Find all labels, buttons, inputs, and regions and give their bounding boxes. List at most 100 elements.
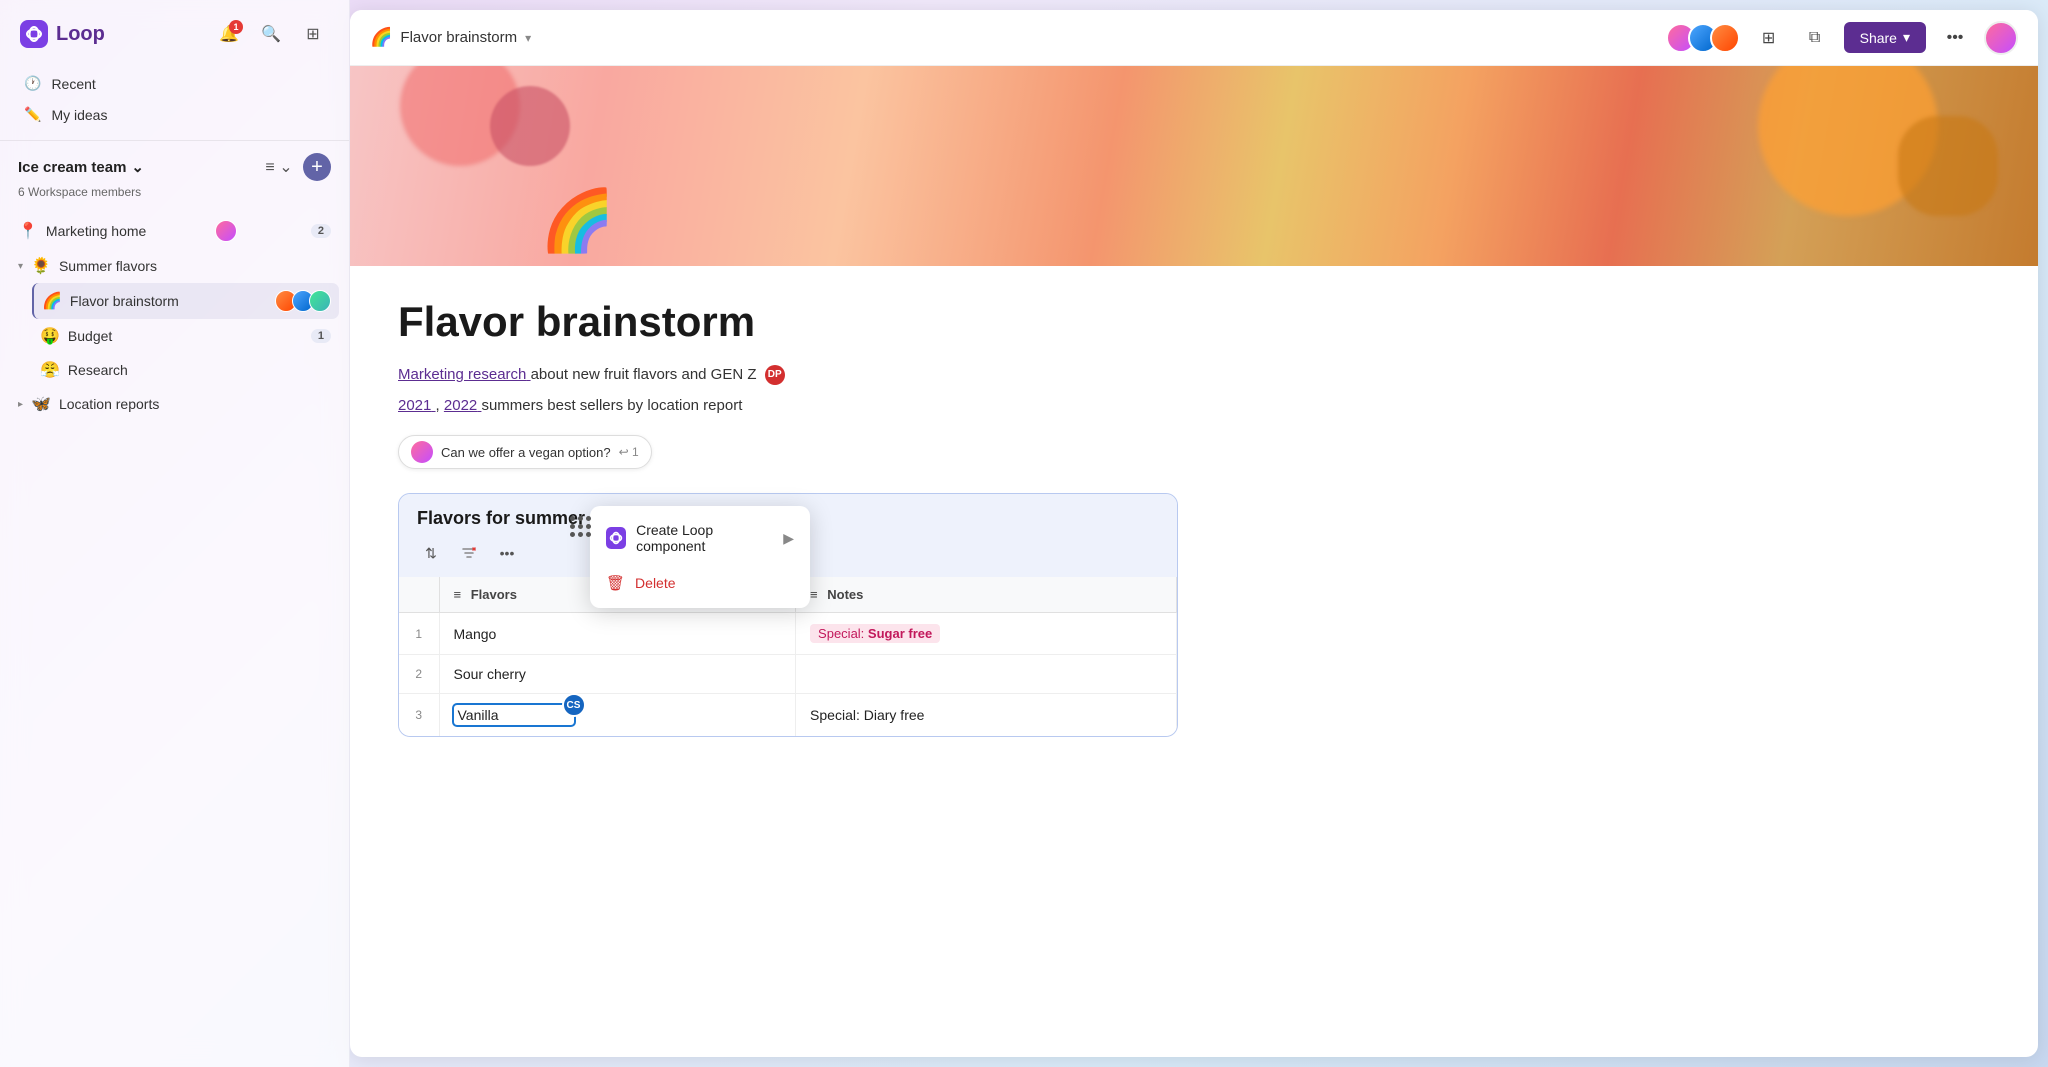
more-table-options-button[interactable]: •••: [493, 539, 521, 567]
page-description-1: Marketing research about new fruit flavo…: [398, 364, 1990, 387]
chevron-icon: ⌄: [131, 158, 144, 176]
more-options-button[interactable]: •••: [1938, 21, 1972, 55]
comment-count: ↩ 1: [619, 445, 639, 459]
share-chevron-icon: ▾: [1903, 29, 1910, 46]
sidebar-item-budget[interactable]: 🤑 Budget 1: [32, 319, 339, 353]
year-2022-link[interactable]: 2022: [444, 397, 482, 414]
avatar: [215, 220, 237, 242]
row-num-3: 3: [399, 694, 439, 737]
arrow-right-icon: ▶: [783, 530, 794, 547]
sugar-free-tag: Special: Sugar free: [810, 624, 940, 643]
table-row: 1 Mango Special: Sugar free: [399, 613, 1177, 655]
context-menu: Create Loop component ▶ 🗑 Delete: [590, 506, 810, 608]
hero-rainbow-decoration: 🌈: [540, 185, 615, 256]
delete-menu-item[interactable]: 🗑 Delete: [590, 564, 810, 602]
marketing-research-link[interactable]: Marketing research: [398, 366, 531, 383]
workspace-members-label: 6 Workspace members: [18, 185, 331, 199]
layout-button[interactable]: ⊞: [297, 18, 329, 50]
filter-button[interactable]: [455, 539, 483, 567]
marketing-home-badge: 2: [311, 224, 331, 238]
page-content-area: Flavor brainstorm Marketing research abo…: [350, 266, 2038, 1057]
workspace-section: Ice cream team ⌄ ≡ ⌄ + 6 Workspace membe…: [0, 140, 349, 213]
row-notes-1[interactable]: Special: Sugar free: [796, 613, 1177, 655]
research-icon: 😤: [40, 360, 60, 380]
notification-button[interactable]: 🔔 1: [213, 18, 245, 50]
marketing-home-icon: 📍: [18, 221, 38, 241]
sort-button[interactable]: ⇅: [417, 539, 445, 567]
summer-flavors-subtree: 🌈 Flavor brainstorm 🤑 Budget 1 😤 Researc…: [10, 283, 339, 387]
budget-label: Budget: [68, 328, 112, 344]
nav-recent[interactable]: 🕐 Recent: [14, 68, 335, 99]
sidebar-item-location-reports[interactable]: ▸ 🦋 Location reports: [10, 387, 339, 421]
header-page-title: Flavor brainstorm: [400, 29, 517, 46]
sidebar-tree: 📍 Marketing home 2 ▾ 🌻 Summer flavors 🌈 …: [0, 213, 349, 1067]
row-flavor-1[interactable]: Mango: [439, 613, 796, 655]
sidebar-top-actions: 🔔 1 🔍 ⊞: [213, 18, 329, 50]
flavor-brainstorm-label: Flavor brainstorm: [70, 293, 179, 309]
flavor-brainstorm-icon: 🌈: [42, 291, 62, 311]
sidebar-nav: 🕐 Recent ✏️ My ideas: [0, 64, 349, 140]
comment-bubble[interactable]: Can we offer a vegan option? ↩ 1: [398, 435, 652, 469]
summer-flavors-icon: 🌻: [31, 256, 51, 276]
copy-button[interactable]: ⧉: [1798, 21, 1832, 55]
hero-blob-4: [1898, 116, 1998, 216]
app-logo[interactable]: Loop: [20, 20, 105, 48]
research-label: Research: [68, 362, 128, 378]
collab-avatars: [1674, 23, 1740, 53]
search-button[interactable]: 🔍: [255, 18, 287, 50]
budget-icon: 🤑: [40, 326, 60, 346]
trash-icon: 🗑: [606, 574, 625, 592]
main-header: 🌈 Flavor brainstorm ▾ ⊞ ⧉ Share ▾ •••: [350, 10, 2038, 66]
nav-my-ideas-label: My ideas: [51, 107, 107, 123]
pen-icon: ✏️: [24, 106, 41, 123]
create-loop-component-label: Create Loop component: [636, 522, 773, 554]
chevron-right-icon: ▸: [18, 399, 23, 410]
row-notes-2[interactable]: [796, 655, 1177, 694]
col-notes[interactable]: ≡ Notes: [796, 577, 1177, 613]
user-avatar[interactable]: [1984, 21, 2018, 55]
nav-recent-label: Recent: [51, 76, 95, 92]
sidebar-item-summer-flavors[interactable]: ▾ 🌻 Summer flavors: [10, 249, 339, 283]
row-notes-3[interactable]: Special: Diary free: [796, 694, 1177, 737]
logo-icon: [20, 20, 48, 48]
hero-blob-2: [490, 86, 570, 166]
nav-my-ideas[interactable]: ✏️ My ideas: [14, 99, 335, 130]
row-flavor-3-editing[interactable]: Vanilla CS: [439, 694, 796, 737]
sidebar-item-research[interactable]: 😤 Research: [32, 353, 339, 387]
apps-grid-button[interactable]: ⊞: [1752, 21, 1786, 55]
sidebar-item-flavor-brainstorm[interactable]: 🌈 Flavor brainstorm: [32, 283, 339, 319]
app-name: Loop: [56, 23, 105, 46]
add-workspace-item-button[interactable]: +: [303, 153, 331, 181]
breadcrumb-title: 🌈 Flavor brainstorm ▾: [370, 27, 531, 48]
cursor-indicator: DP: [765, 365, 785, 385]
dots-grid-handle[interactable]: [570, 516, 591, 537]
location-reports-icon: 🦋: [31, 394, 51, 414]
row-flavor-2[interactable]: Sour cherry: [439, 655, 796, 694]
comment-avatar: [411, 441, 433, 463]
delete-label: Delete: [635, 575, 675, 591]
marketing-home-label: Marketing home: [46, 223, 146, 239]
filter-button[interactable]: ≡ ⌄: [263, 151, 295, 183]
sidebar-header: Loop 🔔 1 🔍 ⊞: [0, 0, 349, 64]
year-2021-link[interactable]: 2021: [398, 397, 436, 414]
table-row: 2 Sour cherry: [399, 655, 1177, 694]
header-right-actions: ⊞ ⧉ Share ▾ •••: [1674, 21, 2018, 55]
budget-badge: 1: [311, 329, 331, 343]
col-num: [399, 577, 439, 613]
workspace-actions: ≡ ⌄ +: [263, 151, 331, 183]
share-label: Share: [1860, 30, 1897, 46]
share-button[interactable]: Share ▾: [1844, 22, 1926, 53]
workspace-name[interactable]: Ice cream team ⌄: [18, 158, 144, 176]
create-loop-component-menu-item[interactable]: Create Loop component ▶: [590, 512, 810, 564]
workspace-header: Ice cream team ⌄ ≡ ⌄ +: [18, 151, 331, 183]
loop-component-icon: [606, 527, 626, 549]
clock-icon: 🕐: [24, 75, 41, 92]
table-row: 3 Vanilla CS Special: Diary free: [399, 694, 1177, 737]
summer-flavors-label: Summer flavors: [59, 258, 157, 274]
sidebar: Loop 🔔 1 🔍 ⊞ 🕐 Recent ✏️ My ideas Ice cr…: [0, 0, 350, 1067]
page-rainbow-icon: 🌈: [370, 27, 392, 48]
sidebar-item-marketing-home[interactable]: 📍 Marketing home 2: [10, 213, 339, 249]
collab-avatar-3: [1710, 23, 1740, 53]
editor-avatar: CS: [562, 693, 586, 717]
page-description-2: 2021 , 2022 summers best sellers by loca…: [398, 395, 1990, 418]
